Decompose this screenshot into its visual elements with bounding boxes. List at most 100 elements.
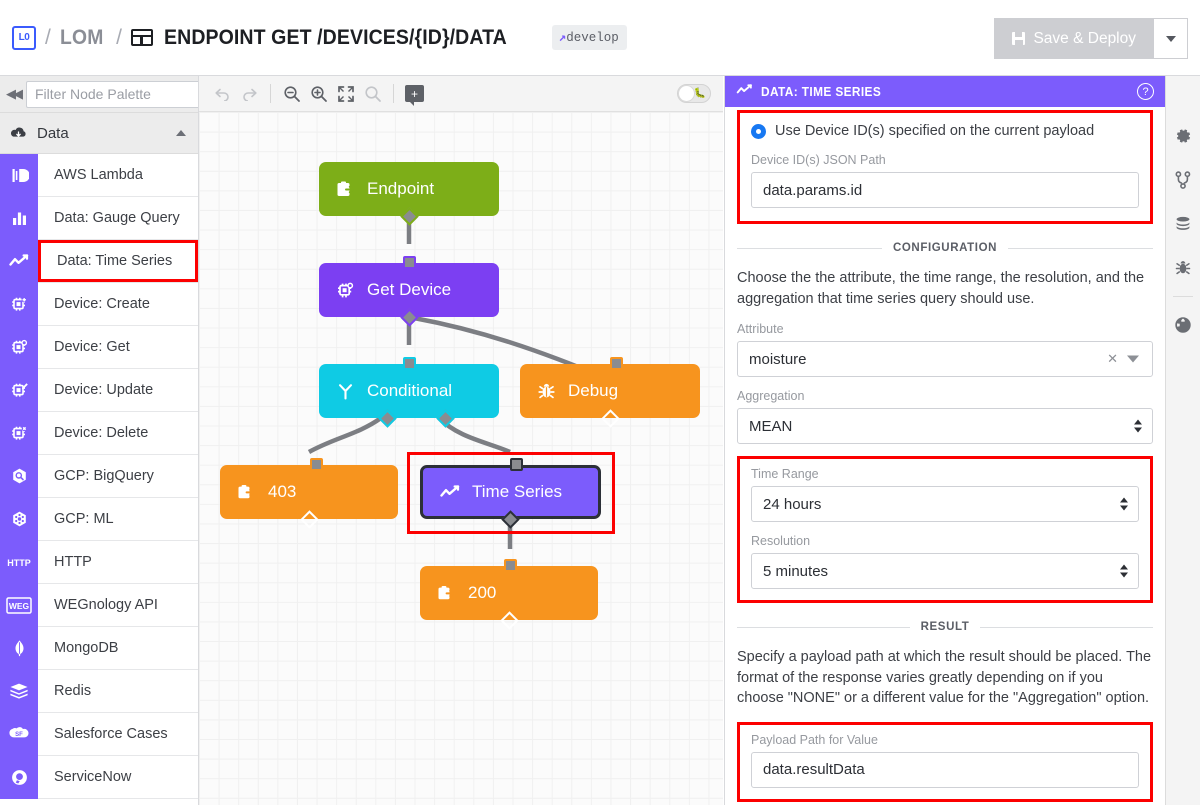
payload-path-input[interactable] [751, 751, 1139, 788]
canvas-grid[interactable]: Endpoint Get Device Conditional Debug 40… [199, 112, 723, 805]
toolbar-divider-2 [393, 84, 394, 103]
palette-item-label: Salesforce Cases [54, 726, 168, 742]
result-divider-label: RESULT [920, 621, 970, 634]
palette-item-label-wrap: Data: Time Series [38, 240, 198, 282]
redo-icon[interactable] [236, 80, 263, 107]
debug-toggle[interactable]: 🐛 [677, 84, 711, 103]
collapse-left-icon[interactable]: ◀◀ [6, 82, 23, 106]
reply-icon [437, 584, 456, 603]
node-get-device-input-port[interactable] [402, 256, 416, 269]
palette-item-data-time-series[interactable]: Data: Time Series [0, 239, 198, 283]
node-endpoint[interactable]: Endpoint [319, 162, 499, 226]
breadcrumb-separator-1: / [45, 25, 51, 49]
panel-header: DATA: TIME SERIES ? [725, 76, 1165, 107]
node-conditional-input-port[interactable] [402, 357, 416, 370]
palette-item-label: Device: Update [54, 382, 154, 398]
endpoint-node-icon [336, 180, 355, 199]
palette-item-gcp-bigquery[interactable]: GCP: BigQuery [0, 454, 198, 498]
time-range-select[interactable]: 24 hours [751, 486, 1139, 523]
branch-icon[interactable] [1166, 158, 1200, 202]
bar-chart-icon [0, 196, 38, 240]
database-icon[interactable] [1166, 202, 1200, 246]
resolution-value: 5 minutes [763, 562, 829, 580]
palette-item-wegnology-api[interactable]: WEG WEGnology API [0, 583, 198, 627]
configuration-divider-label: CONFIGURATION [892, 242, 998, 254]
endpoint-icon [130, 29, 153, 46]
palette-item-label: AWS Lambda [54, 167, 143, 183]
palette-item-label: WEGnology API [54, 597, 158, 613]
time-range-label: Time Range [751, 467, 819, 482]
palette-item-device-delete[interactable]: Device: Delete [0, 411, 198, 455]
canvas-toolbar: + 🐛 [199, 76, 723, 112]
node-reply-403[interactable]: 403 [220, 458, 398, 529]
undo-icon[interactable] [209, 80, 236, 107]
palette-item-device-update[interactable]: Device: Update [0, 368, 198, 412]
save-deploy-dropdown-button[interactable] [1154, 18, 1188, 59]
node-palette: ◀◀ Data AWS Lambda Data: Gauge Query Data:… [0, 76, 199, 805]
palette-item-label-wrap: Redis [38, 670, 198, 712]
aggregation-select[interactable]: MEAN [737, 408, 1153, 445]
node-conditional[interactable]: Conditional [319, 357, 499, 428]
zoom-out-icon[interactable] [278, 80, 305, 107]
palette-item-label: Device: Create [54, 296, 150, 312]
radio-selected-icon[interactable] [751, 123, 766, 139]
palette-item-salesforce-cases[interactable]: SF Salesforce Cases [0, 712, 198, 756]
panel-title: DATA: TIME SERIES [761, 84, 882, 99]
chevron-down-icon[interactable] [1127, 355, 1139, 363]
line-chart-icon [736, 83, 753, 101]
node-debug-input-port[interactable] [610, 357, 623, 370]
zoom-in-icon[interactable] [305, 80, 332, 107]
palette-item-redis[interactable]: Redis [0, 669, 198, 713]
breadcrumb-app-name[interactable]: LOM [60, 26, 103, 50]
right-icon-rail [1165, 76, 1200, 805]
device-get-icon [336, 281, 355, 300]
clear-x-icon[interactable]: ✕ [1107, 351, 1118, 367]
palette-item-label-wrap: GCP: BigQuery [38, 455, 198, 497]
globe-icon[interactable] [1166, 303, 1200, 347]
palette-item-device-get[interactable]: Device: Get [0, 325, 198, 369]
add-note-icon[interactable]: + [401, 80, 428, 107]
bug-icon[interactable] [1166, 246, 1200, 290]
palette-item-label-wrap: Device: Create [38, 283, 198, 325]
chevron-down-icon [1165, 35, 1176, 42]
json-path-input[interactable] [751, 172, 1139, 208]
palette-item-label-wrap: Salesforce Cases [38, 713, 198, 755]
bug-icon [537, 382, 556, 401]
chevron-up-icon[interactable] [176, 130, 186, 136]
node-debug[interactable]: Debug [520, 357, 700, 428]
help-circle-icon[interactable]: ? [1137, 83, 1154, 100]
palette-item-aws-lambda[interactable]: AWS Lambda [0, 153, 198, 197]
attribute-select[interactable]: moisture ✕ [737, 341, 1153, 378]
palette-group-data[interactable]: Data [0, 113, 198, 154]
device-id-radio-row[interactable]: Use Device ID(s) specified on the curren… [751, 123, 1139, 139]
node-reply-200-input-port[interactable] [504, 559, 517, 572]
palette-item-data-gauge-query[interactable]: Data: Gauge Query [0, 196, 198, 240]
node-time-series-label: Time Series [472, 482, 563, 501]
node-time-series-input-port[interactable] [510, 458, 523, 471]
mongodb-icon [0, 626, 38, 670]
json-path-label: Device ID(s) JSON Path [751, 153, 886, 167]
gear-icon[interactable] [1166, 114, 1200, 158]
branch-label: develop [566, 31, 619, 45]
resolution-select[interactable]: 5 minutes [751, 553, 1139, 590]
redis-icon [0, 669, 38, 713]
device-plus-icon [0, 282, 38, 326]
node-reply-403-input-port[interactable] [310, 458, 323, 471]
palette-item-mongodb[interactable]: MongoDB [0, 626, 198, 670]
save-deploy-button[interactable]: Save & Deploy [994, 18, 1154, 59]
fit-screen-icon[interactable] [332, 80, 359, 107]
branch-badge[interactable]: ↗develop [551, 25, 627, 50]
search-input[interactable] [26, 80, 198, 108]
palette-item-device-create[interactable]: Device: Create [0, 282, 198, 326]
palette-item-http[interactable]: HTTP HTTP [0, 540, 198, 584]
app-logo[interactable]: L0 [12, 25, 36, 50]
payload-path-section: Payload Path for Value [737, 721, 1153, 802]
node-time-series[interactable]: Time Series [420, 458, 601, 529]
node-reply-200[interactable]: 200 [420, 559, 598, 630]
result-description: Specify a payload path at which the resu… [737, 649, 1152, 707]
palette-item-gcp-ml[interactable]: GCP: ML [0, 497, 198, 541]
palette-item-label: GCP: BigQuery [54, 468, 154, 484]
zoom-reset-icon[interactable] [359, 80, 386, 107]
node-get-device[interactable]: Get Device [319, 256, 499, 327]
palette-item-servicenow[interactable]: ServiceNow [0, 755, 198, 799]
